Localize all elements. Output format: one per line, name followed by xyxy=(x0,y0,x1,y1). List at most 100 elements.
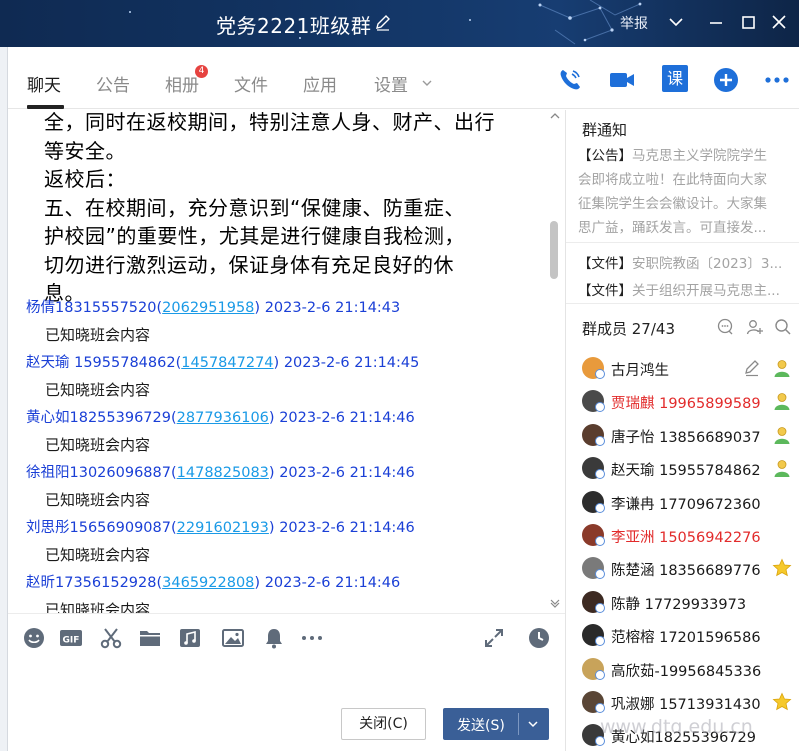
sender-qq-link[interactable]: 1478825083 xyxy=(177,465,269,481)
title-bar: 党务2221班级群 举报 xyxy=(0,0,799,47)
sender-qq-link[interactable]: 2291602193 xyxy=(177,520,269,536)
member-name[interactable]: 李亚洲 15056942276 xyxy=(611,526,761,547)
file-name: 安职院教函〔2023〕3... xyxy=(632,256,783,272)
edit-card-icon[interactable] xyxy=(742,358,762,378)
scroll-down-icon[interactable] xyxy=(549,598,561,608)
sender-qq-link[interactable]: 2062951958 xyxy=(162,300,254,316)
class-icon[interactable]: 课 xyxy=(662,65,688,92)
notice-text-line: 等安全。 xyxy=(44,138,126,163)
admin-person-icon xyxy=(774,393,790,411)
minimize-icon[interactable] xyxy=(705,10,727,34)
message-header: 赵昕17356152928(3465922808) 2023-2-6 21:14… xyxy=(26,575,401,591)
edit-title-icon[interactable] xyxy=(373,13,393,33)
member-row[interactable]: 陈楚涵 18356689776 xyxy=(566,552,799,585)
admin-person-icon xyxy=(774,360,790,377)
tab-album[interactable]: 相册 xyxy=(165,71,199,96)
chevron-down-icon[interactable] xyxy=(421,77,433,89)
member-name[interactable]: 古月鸿生 xyxy=(611,359,669,380)
message-time: 2023-2-6 21:14:43 xyxy=(264,300,401,316)
sender-qq-link[interactable]: 2877936106 xyxy=(177,410,269,426)
member-row[interactable]: 李亚洲 15056942276 xyxy=(566,519,799,552)
tab-apps[interactable]: 应用 xyxy=(303,71,337,96)
member-row[interactable]: 古月鸿生 xyxy=(566,352,799,385)
tab-files[interactable]: 文件 xyxy=(234,71,268,96)
member-row[interactable]: 李谦冉 17709672360 xyxy=(566,486,799,519)
message-text: 已知晓班会内容 xyxy=(45,601,151,613)
message-time: 2023-2-6 21:14:46 xyxy=(279,465,415,481)
group-info-panel: 群通知 【公告】马克思主义学院院学生 会即将成立啦！在此特面向大家 征集院学生会… xyxy=(565,110,799,751)
sender-qq-link[interactable]: 3465922808 xyxy=(162,575,254,591)
message-sender[interactable]: 徐祖阳13026096887 xyxy=(26,465,171,481)
add-circle-icon[interactable] xyxy=(712,66,740,94)
member-name[interactable]: 范榕榕 17201596586 xyxy=(611,626,761,647)
more-tools-icon[interactable] xyxy=(300,626,324,650)
members-header: 群成员 27/43 xyxy=(566,303,799,345)
member-row[interactable]: 高欣茹-19956845336 xyxy=(566,653,799,686)
member-name[interactable]: 赵天瑜 15955784862 xyxy=(611,459,761,480)
collapse-chevron-icon[interactable] xyxy=(665,10,687,34)
chat-message-area[interactable]: 全，同时在返校期间，特别注意人身、财产、出行 等安全。 返校后： 五、在校期间，… xyxy=(8,110,565,613)
member-row[interactable]: 陈静 17729933973 xyxy=(566,586,799,619)
search-members-icon[interactable] xyxy=(774,318,792,336)
close-icon[interactable] xyxy=(768,10,790,34)
expand-input-icon[interactable] xyxy=(482,626,506,650)
video-call-icon[interactable] xyxy=(608,66,636,94)
watermark: www.dtq.edu.cn xyxy=(600,716,753,738)
send-button[interactable]: 发送(S) xyxy=(443,708,549,740)
close-button[interactable]: 关闭(C) xyxy=(341,708,426,740)
member-row[interactable]: 巩淑娜 15713931430 xyxy=(566,686,799,719)
group-files-list: 【文件】安职院教函〔2023〕3... 【文件】关于组织开展马克思主... xyxy=(566,242,799,299)
member-row[interactable]: 唐子怡 13856689037 xyxy=(566,419,799,452)
scissors-screenshot-icon[interactable] xyxy=(99,626,123,650)
more-options-icon[interactable] xyxy=(763,66,791,94)
bell-reminder-icon[interactable] xyxy=(262,626,286,650)
message-sender[interactable]: 赵昕17356152928 xyxy=(26,575,156,591)
music-share-icon[interactable] xyxy=(178,626,202,650)
member-name[interactable]: 高欣茹-19956845336 xyxy=(611,660,761,681)
album-badge: 4 xyxy=(195,65,208,78)
device-status-icon xyxy=(595,502,605,513)
message-sender[interactable]: 刘思彤15656909087 xyxy=(26,520,171,536)
member-row[interactable]: 贾瑞麒 19965899589 xyxy=(566,385,799,418)
image-icon[interactable] xyxy=(221,626,245,650)
chat-scrollbar-thumb[interactable] xyxy=(550,221,558,279)
announcement-line: 思广益，踊跃发言。可直接发... xyxy=(578,220,767,236)
device-status-icon xyxy=(595,569,605,580)
member-row[interactable]: 赵天瑜 15955784862 xyxy=(566,452,799,485)
device-status-icon xyxy=(595,536,605,546)
notice-text-line: 五、在校期间，充分意识到“保健康、防重症、 xyxy=(44,195,465,220)
star-member-icon xyxy=(772,558,792,577)
member-name[interactable]: 陈静 17729933973 xyxy=(611,593,746,614)
member-chat-icon[interactable] xyxy=(717,318,735,336)
folder-icon[interactable] xyxy=(138,626,162,650)
scroll-up-icon[interactable] xyxy=(549,111,561,121)
group-announcement[interactable]: 【公告】马克思主义学院院学生 会即将成立啦！在此特面向大家 征集院学生会会徽设计… xyxy=(578,144,790,240)
message-input-area[interactable]: GIF 关闭(C) 发送(S) xyxy=(8,613,565,751)
message-sender[interactable]: 黄心如18255396729 xyxy=(26,410,171,426)
history-clock-icon[interactable] xyxy=(527,626,551,650)
sender-qq-link[interactable]: 1457847274 xyxy=(181,355,273,371)
tab-chat[interactable]: 聊天 xyxy=(27,71,61,96)
gif-icon[interactable]: GIF xyxy=(59,626,83,650)
message-sender[interactable]: 杨倩18315557520 xyxy=(26,300,156,316)
send-button-label: 发送(S) xyxy=(457,718,505,734)
message-text: 已知晓班会内容 xyxy=(45,546,151,564)
member-row[interactable]: 范榕榕 17201596586 xyxy=(566,619,799,652)
emoji-icon[interactable] xyxy=(22,626,46,650)
maximize-icon[interactable] xyxy=(738,10,760,34)
report-button[interactable]: 举报 xyxy=(620,13,648,33)
forwarded-notice-text: 全，同时在返校期间，特别注意人身、财产、出行 等安全。 返校后： 五、在校期间，… xyxy=(44,110,544,308)
invite-member-icon[interactable] xyxy=(746,318,764,336)
send-options-chevron-icon[interactable] xyxy=(527,718,539,730)
member-name[interactable]: 唐子怡 13856689037 xyxy=(611,426,761,447)
member-name[interactable]: 巩淑娜 15713931430 xyxy=(611,693,761,714)
member-name[interactable]: 贾瑞麒 19965899589 xyxy=(611,392,761,413)
message-sender[interactable]: 赵天瑜 15955784862 xyxy=(26,355,176,371)
tab-settings[interactable]: 设置 xyxy=(374,71,408,96)
member-name[interactable]: 陈楚涵 18356689776 xyxy=(611,559,761,580)
phone-call-icon[interactable] xyxy=(556,66,584,94)
tab-announcements[interactable]: 公告 xyxy=(96,71,130,96)
member-name[interactable]: 李谦冉 17709672360 xyxy=(611,493,761,514)
file-item[interactable]: 【文件】关于组织开展马克思主... xyxy=(578,279,790,299)
file-item[interactable]: 【文件】安职院教函〔2023〕3... xyxy=(578,252,790,272)
